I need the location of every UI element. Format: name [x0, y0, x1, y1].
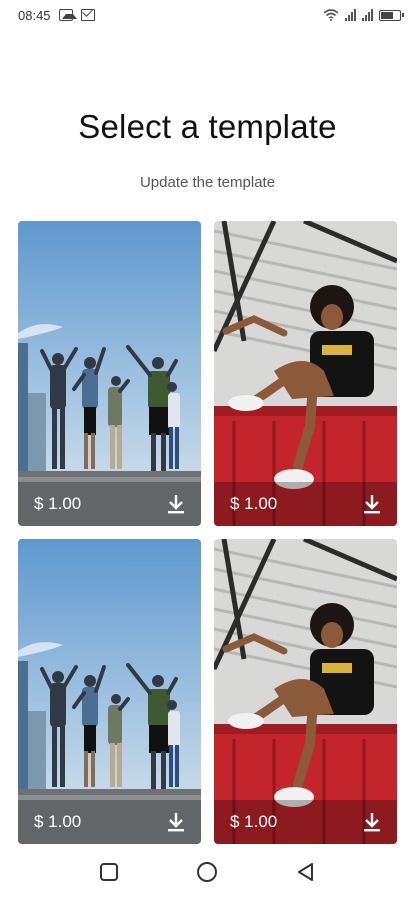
template-card[interactable]: $ 1.00	[18, 221, 201, 526]
template-card-footer: $ 1.00	[18, 800, 201, 844]
system-nav-bar	[0, 844, 415, 900]
download-icon[interactable]	[165, 811, 187, 833]
download-icon[interactable]	[165, 493, 187, 515]
image-icon	[58, 9, 77, 21]
template-card-footer: $ 1.00	[214, 800, 397, 844]
status-bar: 08:45	[0, 0, 415, 30]
template-card-footer: $ 1.00	[214, 482, 397, 526]
status-time: 08:45	[18, 7, 51, 23]
template-card[interactable]: $ 1.00	[214, 221, 397, 526]
page-subtitle: Update the template	[139, 174, 276, 191]
woman-on-red-container-photo	[214, 539, 397, 844]
back-button[interactable]	[292, 858, 320, 886]
template-price: $ 1.00	[34, 494, 82, 513]
template-price: $ 1.00	[34, 812, 82, 831]
wifi-icon	[323, 9, 339, 21]
woman-on-red-container-photo	[214, 221, 397, 526]
template-grid: $ 1.00 $ 1.00 $ 1.00 $ 1.00	[18, 221, 398, 844]
template-price: $ 1.00	[230, 494, 278, 513]
signal-icon	[362, 9, 373, 21]
group-on-rooftop-photo	[18, 539, 201, 844]
status-left: 08:45	[18, 8, 95, 23]
battery-icon	[379, 9, 404, 21]
template-card[interactable]: $ 1.00	[18, 539, 201, 844]
recents-button[interactable]	[95, 858, 123, 886]
back-triangle-icon	[297, 863, 313, 881]
recents-square-icon	[100, 863, 119, 881]
template-card[interactable]: $ 1.00	[214, 539, 397, 844]
template-price: $ 1.00	[230, 812, 278, 831]
template-card-footer: $ 1.00	[18, 482, 201, 526]
home-circle-icon	[197, 862, 218, 882]
status-right	[323, 9, 404, 21]
page-title: Select a template	[78, 108, 337, 145]
mail-icon	[80, 9, 95, 21]
group-on-rooftop-photo	[18, 221, 201, 526]
home-button[interactable]	[193, 858, 221, 886]
download-icon[interactable]	[361, 493, 383, 515]
signal-icon	[345, 9, 356, 21]
download-icon[interactable]	[361, 811, 383, 833]
